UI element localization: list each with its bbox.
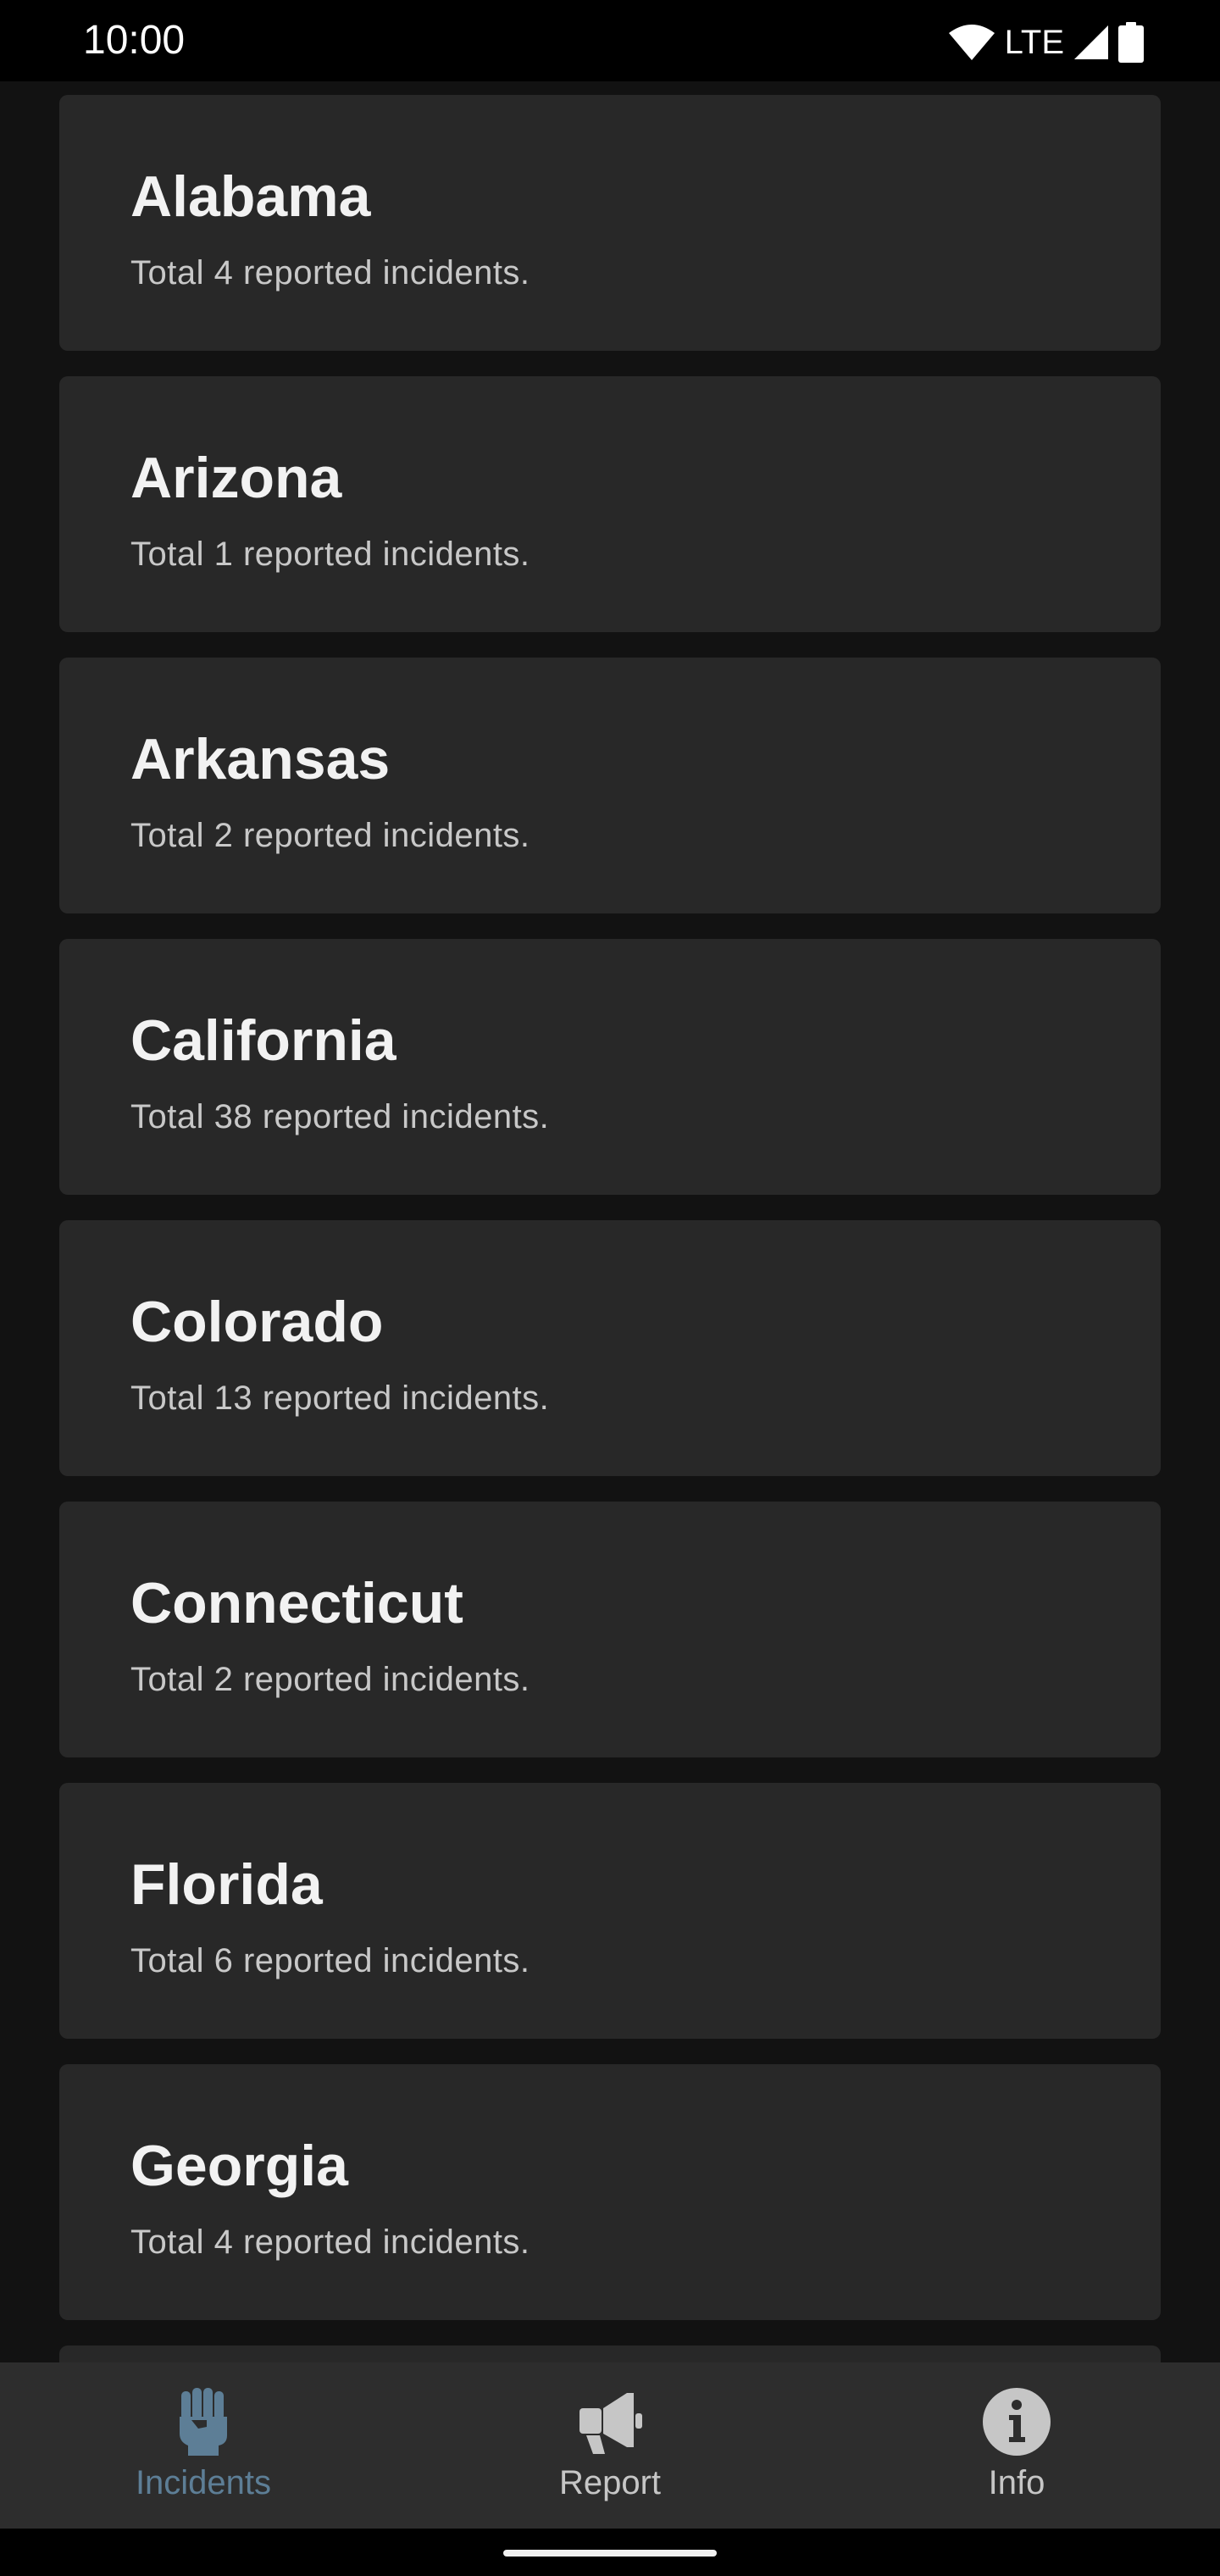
nav-label-info: Info xyxy=(988,2464,1045,2501)
state-name: Arizona xyxy=(130,446,342,510)
status-icons: LTE xyxy=(947,19,1144,66)
incident-count-text: Total 6 reported incidents. xyxy=(130,1942,530,1979)
state-card[interactable]: Colorado Total 13 reported incidents. xyxy=(59,1220,1161,1476)
state-card[interactable]: Arizona Total 1 reported incidents. xyxy=(59,376,1161,632)
gesture-navigation-bar xyxy=(0,2529,1220,2576)
state-card[interactable]: Arkansas Total 2 reported incidents. xyxy=(59,658,1161,913)
info-circle-icon xyxy=(983,2388,1051,2456)
state-name: Florida xyxy=(130,1852,323,1917)
incident-count-text: Total 13 reported incidents. xyxy=(130,1380,550,1417)
incident-count-text: Total 4 reported incidents. xyxy=(130,254,530,291)
state-name: California xyxy=(130,1008,396,1073)
state-card-partial[interactable] xyxy=(59,2346,1161,2362)
state-name: Colorado xyxy=(130,1290,384,1354)
state-name: Arkansas xyxy=(130,727,391,791)
nav-item-incidents[interactable]: Incidents xyxy=(0,2362,407,2529)
raised-fist-icon xyxy=(180,2388,227,2456)
incident-list[interactable]: Alabama Total 4 reported incidents. Ariz… xyxy=(0,81,1220,2362)
incident-count-text: Total 1 reported incidents. xyxy=(130,536,530,573)
nav-item-info[interactable]: Info xyxy=(813,2362,1220,2529)
megaphone-icon xyxy=(580,2393,642,2454)
wifi-icon xyxy=(948,25,995,60)
home-gesture-handle[interactable] xyxy=(503,2550,717,2557)
state-name: Connecticut xyxy=(130,1571,463,1635)
state-card[interactable]: Georgia Total 4 reported incidents. xyxy=(59,2064,1161,2320)
incident-count-text: Total 2 reported incidents. xyxy=(130,817,530,854)
state-card[interactable]: California Total 38 reported incidents. xyxy=(59,939,1161,1195)
nav-item-report[interactable]: Report xyxy=(407,2362,813,2529)
state-card[interactable]: Florida Total 6 reported incidents. xyxy=(59,1783,1161,2039)
state-name: Alabama xyxy=(130,164,371,229)
battery-icon xyxy=(1118,22,1144,63)
nav-label-incidents: Incidents xyxy=(135,2464,272,2501)
network-type-label: LTE xyxy=(1004,24,1064,61)
cell-signal-icon xyxy=(1074,25,1108,59)
state-name: Georgia xyxy=(130,2134,348,2198)
bottom-navigation: Incidents Report Info xyxy=(0,2362,1220,2529)
state-card[interactable]: Alabama Total 4 reported incidents. xyxy=(59,95,1161,351)
nav-label-report: Report xyxy=(558,2464,662,2501)
status-time: 10:00 xyxy=(83,18,186,63)
incident-count-text: Total 2 reported incidents. xyxy=(130,1661,530,1698)
state-card[interactable]: Connecticut Total 2 reported incidents. xyxy=(59,1502,1161,1757)
incident-count-text: Total 4 reported incidents. xyxy=(130,2223,530,2261)
incident-count-text: Total 38 reported incidents. xyxy=(130,1098,550,1135)
status-bar: 10:00 LTE xyxy=(0,0,1220,81)
